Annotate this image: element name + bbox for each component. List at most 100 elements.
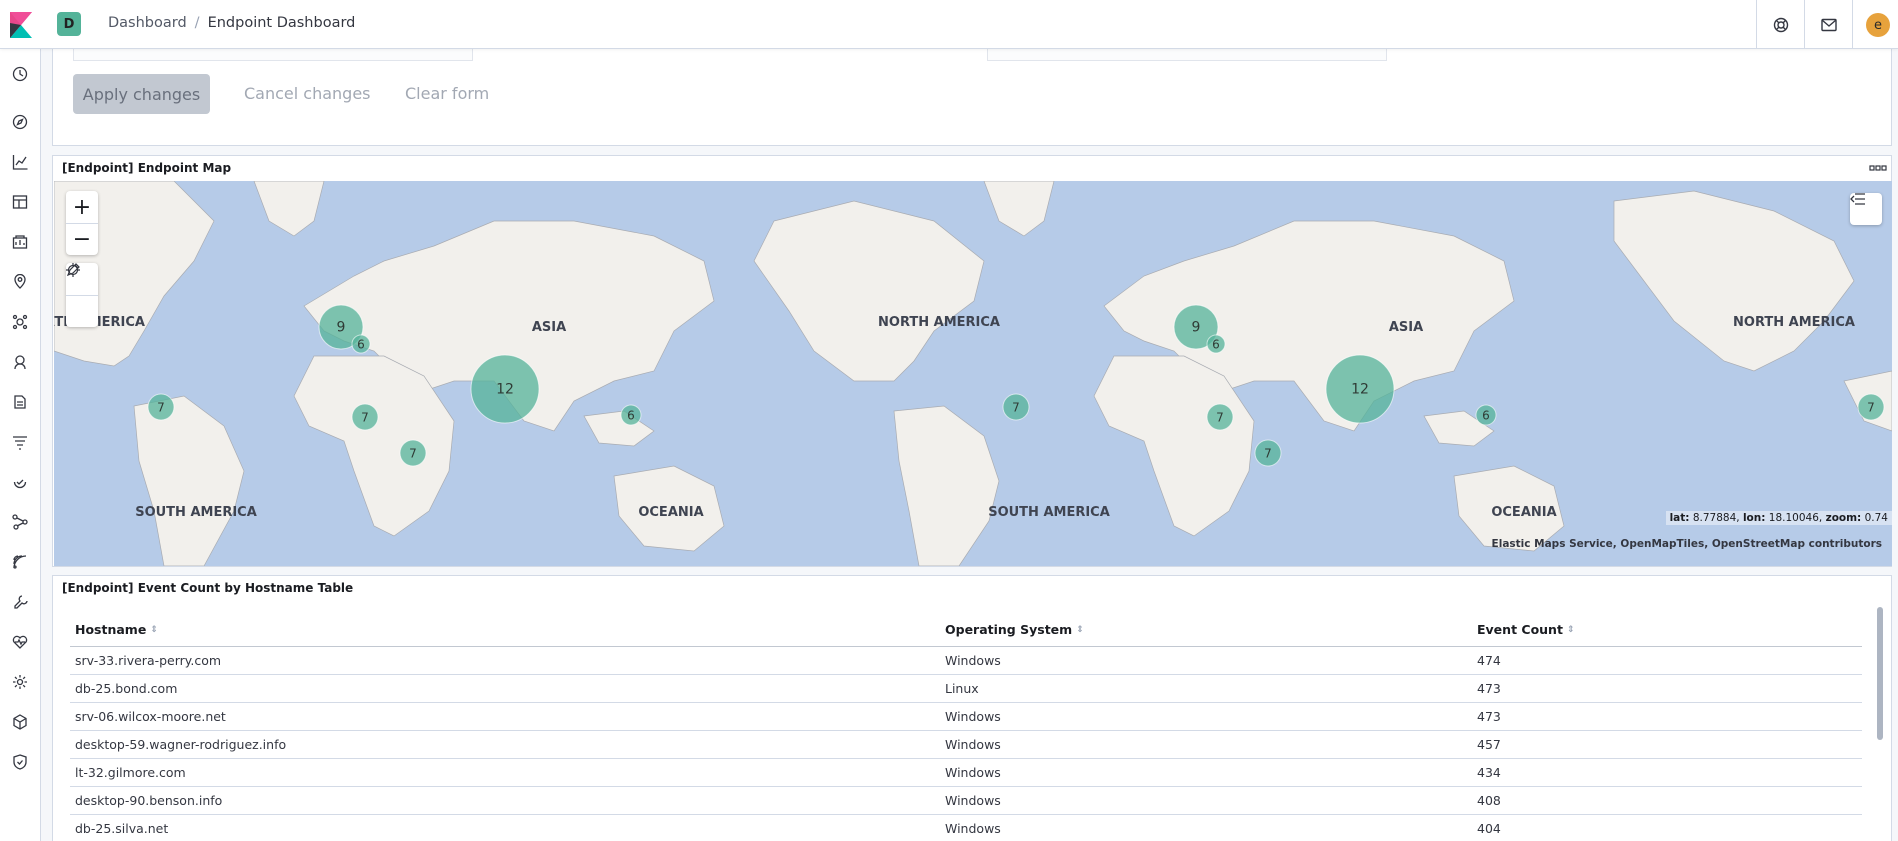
newsfeed-mail-icon[interactable] [1818,14,1840,36]
recent-clock-icon[interactable] [10,64,30,84]
cell-event-count: 408 [1477,793,1501,808]
header-divider [1852,0,1853,49]
cell-hostname: db-25.silva.net [75,821,169,836]
cluster-count-label: 6 [1212,338,1220,352]
table-row: desktop-59.wagner-rodriguez.info Windows 4… [70,731,1862,759]
map-panel-title: [Endpoint] Endpoint Map [62,161,232,175]
sort-icon: ⇕ [1566,624,1575,635]
indonesia [583,410,655,447]
event-count-table-panel: [Endpoint] Event Count by Hostname Table… [52,575,1892,841]
logs-icon[interactable] [10,392,30,412]
security-shield-icon[interactable] [10,752,30,772]
breadcrumb: Dashboard / Endpoint Dashboard [108,15,355,31]
map-label-north-america-center: NORTH AMERICA [878,315,1000,330]
cluster-count-label: 9 [337,320,346,336]
cell-event-count: 434 [1477,765,1501,780]
cell-hostname: db-25.bond.com [75,681,178,696]
cell-hostname: srv-06.wilcox-moore.net [75,709,226,724]
monitoring-heart-icon[interactable] [10,632,30,652]
top-header: D Dashboard / Endpoint Dashboard e [0,0,1898,49]
breadcrumb-separator: / [194,15,200,31]
header-divider [1756,0,1757,49]
table-header-row: Hostname ⇕ Operating System ⇕ Event Count ⇕ [70,613,1862,647]
cell-hostname: lt-32.gilmore.com [75,765,186,780]
cell-os: Windows [945,737,1001,752]
cell-event-count: 473 [1477,709,1501,724]
table-row: desktop-90.benson.info Windows 408 [70,787,1862,815]
map-label-asia: ASIA [532,320,566,335]
north-america-center [753,200,985,382]
apm-icon[interactable] [10,432,30,452]
cluster-count-label: 12 [1351,382,1369,398]
greenland [253,181,325,237]
sort-icon: ⇕ [1076,624,1084,635]
endpoint-map-panel: [Endpoint] Endpoint Map ASIA TH AMERICA … [52,155,1892,567]
cell-hostname: srv-33.rivera-perry.com [75,653,222,668]
cluster-count-label: 7 [1012,401,1020,415]
map-canvas[interactable]: ASIA NORTH AMERICA SOUTH AMERICA OCEANIA… [54,181,1892,566]
infrastructure-icon[interactable] [10,352,30,372]
panel-options-icon[interactable] [1869,160,1887,174]
breadcrumb-dashboard-link[interactable]: Dashboard [108,15,187,31]
cell-os: Windows [945,821,1001,836]
cell-event-count: 473 [1477,681,1501,696]
apply-changes-button[interactable]: Apply changes [73,74,210,114]
cell-hostname: desktop-59.wagner-rodriguez.info [75,737,287,752]
fleet-package-icon[interactable] [10,712,30,732]
draw-tool-icon[interactable] [66,263,98,327]
south-america [133,395,245,566]
map-label-asia-b: ASIA [1389,320,1423,335]
zoom-out-button[interactable]: − [66,223,98,255]
graph-icon[interactable] [10,512,30,532]
table-row: srv-06.wilcox-moore.net Windows 473 [70,703,1862,731]
header-divider [1804,0,1805,49]
siem-icon[interactable] [10,552,30,572]
canvas-icon[interactable] [10,232,30,252]
column-header-hostname[interactable]: Hostname ⇕ [70,622,940,637]
clear-form-button[interactable]: Clear form [405,84,489,103]
map-label-south-america-center: SOUTH AMERICA [988,505,1110,520]
cluster-count-label: 6 [1482,409,1490,423]
cell-event-count: 457 [1477,737,1501,752]
cell-hostname: desktop-90.benson.info [75,793,223,808]
cancel-changes-button[interactable]: Cancel changes [244,84,371,103]
map-label-oceania: OCEANIA [638,505,703,520]
maps-pin-icon[interactable] [10,272,30,292]
cluster-count-label: 7 [361,411,369,425]
side-nav [0,49,41,841]
map-attribution[interactable]: Elastic Maps Service, OpenMapTiles, Open… [1492,538,1882,550]
zoom-in-button[interactable]: + [66,191,98,223]
help-icon[interactable] [1770,14,1792,36]
machine-learning-icon[interactable] [10,312,30,332]
uptime-icon[interactable] [10,472,30,492]
cluster-count-label: 7 [1867,401,1875,415]
table-row: lt-32.gilmore.com Windows 434 [70,759,1862,787]
breadcrumb-current: Endpoint Dashboard [207,15,356,31]
south-america-center [893,405,1000,566]
cell-event-count: 404 [1477,821,1501,836]
cluster-count-label: 7 [157,401,165,415]
table-scrollbar[interactable] [1877,607,1883,740]
kibana-logo-icon[interactable] [10,12,32,38]
user-avatar[interactable]: e [1866,13,1890,37]
column-header-event-count[interactable]: Event Count ⇕ [1472,622,1862,637]
cell-event-count: 474 [1477,653,1501,668]
column-header-os[interactable]: Operating System ⇕ [940,622,1472,637]
table-panel-title: [Endpoint] Event Count by Hostname Table [62,581,354,595]
table-row: srv-33.rivera-perry.com Windows 474 [70,647,1862,675]
management-gear-icon[interactable] [10,672,30,692]
map-label-oceania-b: OCEANIA [1491,505,1556,520]
visualize-chart-icon[interactable] [10,152,30,172]
cell-os: Windows [945,709,1001,724]
dashboard-icon[interactable] [10,192,30,212]
layer-control-icon[interactable] [1850,193,1882,225]
cell-os: Linux [945,681,979,696]
dev-tools-icon[interactable] [10,592,30,612]
discover-compass-icon[interactable] [10,112,30,132]
map-label-north-america-east: NORTH AMERICA [1733,315,1855,330]
map-label-south-america: SOUTH AMERICA [135,505,257,520]
land-masses [54,181,1892,566]
world-map-svg: ASIA NORTH AMERICA SOUTH AMERICA OCEANIA… [54,181,1892,566]
cluster-count-label: 7 [409,447,417,461]
space-avatar[interactable]: D [57,12,81,36]
